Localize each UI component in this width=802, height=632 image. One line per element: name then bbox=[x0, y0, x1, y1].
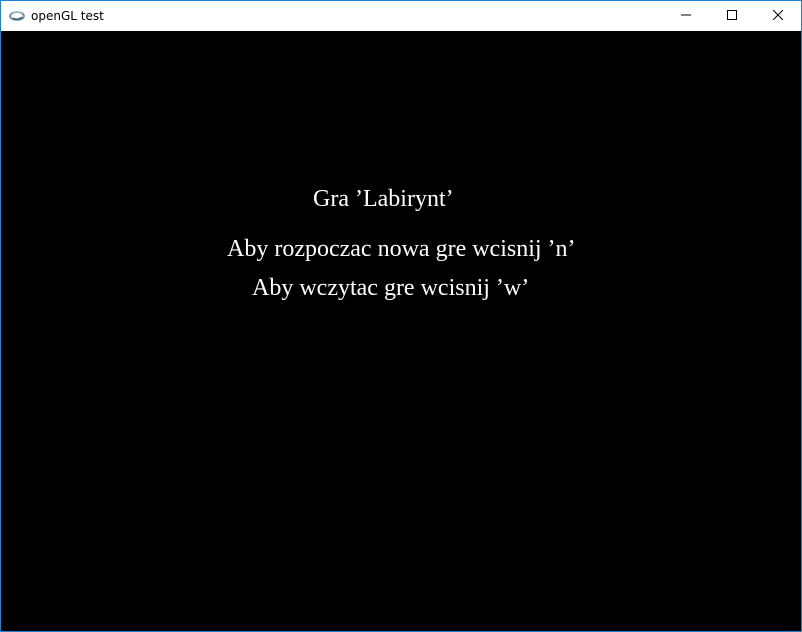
app-window: openGL test Gra ’Labirynt’ Aby rozpoczac… bbox=[0, 0, 802, 632]
title-bar[interactable]: openGL test bbox=[1, 1, 801, 31]
window-title: openGL test bbox=[31, 9, 104, 23]
maximize-icon bbox=[727, 9, 737, 23]
opengl-canvas[interactable]: Gra ’Labirynt’ Aby rozpoczac nowa gre wc… bbox=[1, 31, 801, 631]
opengl-swirl-icon[interactable] bbox=[9, 9, 25, 23]
close-icon bbox=[772, 9, 784, 23]
game-title: Gra ’Labirynt’ bbox=[313, 186, 454, 212]
load-game-prompt: Aby wczytac gre wcisnij ’w’ bbox=[252, 275, 530, 301]
new-game-prompt: Aby rozpoczac nowa gre wcisnij ’n’ bbox=[227, 236, 576, 262]
maximize-button[interactable] bbox=[709, 1, 755, 31]
minimize-button[interactable] bbox=[663, 1, 709, 31]
close-button[interactable] bbox=[755, 1, 801, 31]
minimize-icon bbox=[681, 9, 691, 23]
